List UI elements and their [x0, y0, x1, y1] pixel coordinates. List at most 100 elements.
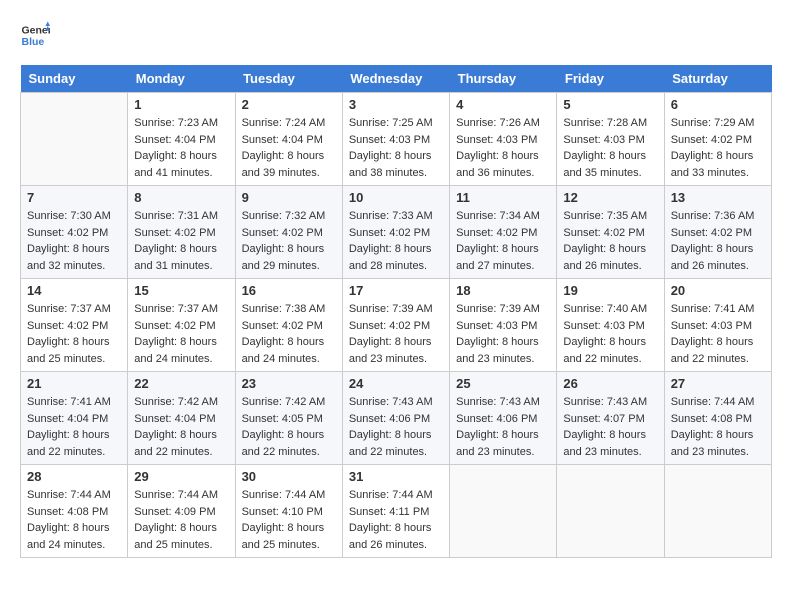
calendar-cell: 15 Sunrise: 7:37 AM Sunset: 4:02 PM Dayli…	[128, 279, 235, 372]
day-info: Sunrise: 7:42 AM Sunset: 4:05 PM Dayligh…	[242, 394, 336, 460]
calendar-cell: 3 Sunrise: 7:25 AM Sunset: 4:03 PM Daylig…	[342, 93, 449, 186]
calendar-cell: 29 Sunrise: 7:44 AM Sunset: 4:09 PM Dayli…	[128, 465, 235, 558]
calendar-cell: 10 Sunrise: 7:33 AM Sunset: 4:02 PM Dayli…	[342, 186, 449, 279]
logo: General Blue	[20, 20, 50, 55]
day-number: 25	[456, 376, 550, 391]
week-row-4: 21 Sunrise: 7:41 AM Sunset: 4:04 PM Dayli…	[21, 372, 772, 465]
day-info: Sunrise: 7:44 AM Sunset: 4:09 PM Dayligh…	[134, 487, 228, 553]
calendar-cell: 31Sunrise: 7:44 AM Sunset: 4:11 PM Dayli…	[342, 465, 449, 558]
calendar-cell: 18 Sunrise: 7:39 AM Sunset: 4:03 PM Dayli…	[450, 279, 557, 372]
page-header: General Blue	[20, 20, 772, 55]
day-info: Sunrise: 7:31 AM Sunset: 4:02 PM Dayligh…	[134, 208, 228, 274]
calendar-cell: 5 Sunrise: 7:28 AM Sunset: 4:03 PM Daylig…	[557, 93, 664, 186]
calendar-cell	[557, 465, 664, 558]
day-number: 18	[456, 283, 550, 298]
calendar-table: SundayMondayTuesdayWednesdayThursdayFrid…	[20, 65, 772, 558]
calendar-cell: 20 Sunrise: 7:41 AM Sunset: 4:03 PM Dayli…	[664, 279, 771, 372]
day-info: Sunrise: 7:36 AM Sunset: 4:02 PM Dayligh…	[671, 208, 765, 274]
calendar-cell: 7 Sunrise: 7:30 AM Sunset: 4:02 PM Daylig…	[21, 186, 128, 279]
day-number: 16	[242, 283, 336, 298]
day-number: 29	[134, 469, 228, 484]
day-info: Sunrise: 7:24 AM Sunset: 4:04 PM Dayligh…	[242, 115, 336, 181]
calendar-cell: 26Sunrise: 7:43 AM Sunset: 4:07 PM Dayli…	[557, 372, 664, 465]
day-number: 2	[242, 97, 336, 112]
calendar-cell: 24Sunrise: 7:43 AM Sunset: 4:06 PM Dayli…	[342, 372, 449, 465]
calendar-cell: 2 Sunrise: 7:24 AM Sunset: 4:04 PM Daylig…	[235, 93, 342, 186]
day-number: 7	[27, 190, 121, 205]
day-number: 13	[671, 190, 765, 205]
logo-icon: General Blue	[20, 20, 50, 50]
column-header-wednesday: Wednesday	[342, 65, 449, 93]
day-info: Sunrise: 7:43 AM Sunset: 4:06 PM Dayligh…	[456, 394, 550, 460]
day-info: Sunrise: 7:33 AM Sunset: 4:02 PM Dayligh…	[349, 208, 443, 274]
day-info: Sunrise: 7:39 AM Sunset: 4:03 PM Dayligh…	[456, 301, 550, 367]
day-info: Sunrise: 7:26 AM Sunset: 4:03 PM Dayligh…	[456, 115, 550, 181]
day-info: Sunrise: 7:32 AM Sunset: 4:02 PM Dayligh…	[242, 208, 336, 274]
column-header-monday: Monday	[128, 65, 235, 93]
day-info: Sunrise: 7:43 AM Sunset: 4:06 PM Dayligh…	[349, 394, 443, 460]
day-number: 22	[134, 376, 228, 391]
week-row-1: 1Sunrise: 7:23 AM Sunset: 4:04 PM Daylig…	[21, 93, 772, 186]
day-number: 14	[27, 283, 121, 298]
day-info: Sunrise: 7:23 AM Sunset: 4:04 PM Dayligh…	[134, 115, 228, 181]
svg-text:Blue: Blue	[22, 36, 45, 48]
day-number: 26	[563, 376, 657, 391]
calendar-cell: 1Sunrise: 7:23 AM Sunset: 4:04 PM Daylig…	[128, 93, 235, 186]
day-info: Sunrise: 7:37 AM Sunset: 4:02 PM Dayligh…	[134, 301, 228, 367]
calendar-cell: 9Sunrise: 7:32 AM Sunset: 4:02 PM Daylig…	[235, 186, 342, 279]
day-number: 6	[671, 97, 765, 112]
calendar-cell: 22 Sunrise: 7:42 AM Sunset: 4:04 PM Dayli…	[128, 372, 235, 465]
week-row-5: 28 Sunrise: 7:44 AM Sunset: 4:08 PM Dayli…	[21, 465, 772, 558]
day-number: 8	[134, 190, 228, 205]
calendar-cell: 17Sunrise: 7:39 AM Sunset: 4:02 PM Dayli…	[342, 279, 449, 372]
day-number: 19	[563, 283, 657, 298]
calendar-cell	[664, 465, 771, 558]
day-number: 28	[27, 469, 121, 484]
day-info: Sunrise: 7:34 AM Sunset: 4:02 PM Dayligh…	[456, 208, 550, 274]
day-number: 15	[134, 283, 228, 298]
column-header-thursday: Thursday	[450, 65, 557, 93]
calendar-cell: 28 Sunrise: 7:44 AM Sunset: 4:08 PM Dayli…	[21, 465, 128, 558]
day-number: 11	[456, 190, 550, 205]
calendar-cell: 12Sunrise: 7:35 AM Sunset: 4:02 PM Dayli…	[557, 186, 664, 279]
day-number: 21	[27, 376, 121, 391]
calendar-cell: 16 Sunrise: 7:38 AM Sunset: 4:02 PM Dayli…	[235, 279, 342, 372]
day-info: Sunrise: 7:44 AM Sunset: 4:10 PM Dayligh…	[242, 487, 336, 553]
day-info: Sunrise: 7:40 AM Sunset: 4:03 PM Dayligh…	[563, 301, 657, 367]
day-info: Sunrise: 7:29 AM Sunset: 4:02 PM Dayligh…	[671, 115, 765, 181]
calendar-cell: 19 Sunrise: 7:40 AM Sunset: 4:03 PM Dayli…	[557, 279, 664, 372]
day-number: 12	[563, 190, 657, 205]
header-row: SundayMondayTuesdayWednesdayThursdayFrid…	[21, 65, 772, 93]
day-number: 5	[563, 97, 657, 112]
calendar-cell: 25 Sunrise: 7:43 AM Sunset: 4:06 PM Dayli…	[450, 372, 557, 465]
week-row-2: 7 Sunrise: 7:30 AM Sunset: 4:02 PM Daylig…	[21, 186, 772, 279]
day-info: Sunrise: 7:41 AM Sunset: 4:04 PM Dayligh…	[27, 394, 121, 460]
day-info: Sunrise: 7:25 AM Sunset: 4:03 PM Dayligh…	[349, 115, 443, 181]
day-number: 31	[349, 469, 443, 484]
calendar-cell: 27Sunrise: 7:44 AM Sunset: 4:08 PM Dayli…	[664, 372, 771, 465]
column-header-friday: Friday	[557, 65, 664, 93]
day-info: Sunrise: 7:30 AM Sunset: 4:02 PM Dayligh…	[27, 208, 121, 274]
column-header-tuesday: Tuesday	[235, 65, 342, 93]
day-info: Sunrise: 7:41 AM Sunset: 4:03 PM Dayligh…	[671, 301, 765, 367]
day-number: 4	[456, 97, 550, 112]
column-header-sunday: Sunday	[21, 65, 128, 93]
calendar-cell: 6 Sunrise: 7:29 AM Sunset: 4:02 PM Daylig…	[664, 93, 771, 186]
day-number: 30	[242, 469, 336, 484]
day-info: Sunrise: 7:28 AM Sunset: 4:03 PM Dayligh…	[563, 115, 657, 181]
day-number: 27	[671, 376, 765, 391]
day-info: Sunrise: 7:44 AM Sunset: 4:08 PM Dayligh…	[27, 487, 121, 553]
calendar-cell: 23Sunrise: 7:42 AM Sunset: 4:05 PM Dayli…	[235, 372, 342, 465]
day-number: 3	[349, 97, 443, 112]
day-number: 17	[349, 283, 443, 298]
day-info: Sunrise: 7:42 AM Sunset: 4:04 PM Dayligh…	[134, 394, 228, 460]
day-info: Sunrise: 7:38 AM Sunset: 4:02 PM Dayligh…	[242, 301, 336, 367]
day-number: 20	[671, 283, 765, 298]
day-info: Sunrise: 7:37 AM Sunset: 4:02 PM Dayligh…	[27, 301, 121, 367]
calendar-cell	[21, 93, 128, 186]
calendar-cell: 8 Sunrise: 7:31 AM Sunset: 4:02 PM Daylig…	[128, 186, 235, 279]
calendar-cell	[450, 465, 557, 558]
day-number: 10	[349, 190, 443, 205]
column-header-saturday: Saturday	[664, 65, 771, 93]
calendar-cell: 13 Sunrise: 7:36 AM Sunset: 4:02 PM Dayli…	[664, 186, 771, 279]
